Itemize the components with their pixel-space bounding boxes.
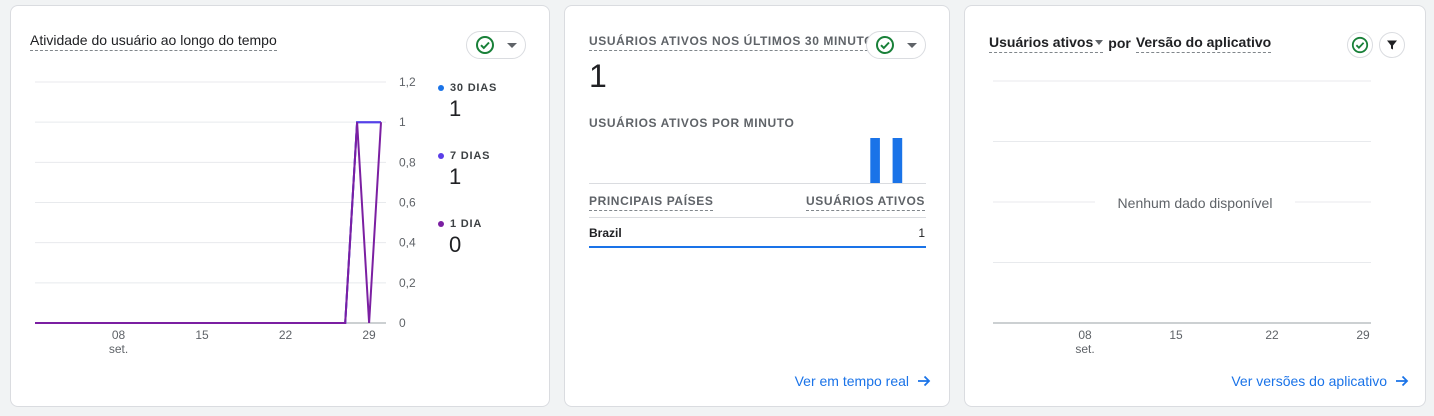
user-activity-chart: 1,2 1 0,8 0,6 0,4 0,2 0 08 15 22 29 set. [35, 75, 416, 356]
x-tick-label: 22 [1265, 328, 1279, 342]
divider [589, 217, 926, 218]
series-line-30-dias [35, 121, 381, 324]
active-users-header: USUÁRIOS ATIVOS [805, 194, 925, 211]
x-month-label: set. [1075, 342, 1094, 356]
legend-dot [438, 153, 444, 159]
x-tick-label: 22 [279, 328, 293, 342]
table-row-value: 1 [918, 226, 925, 240]
y-tick-label: 0,6 [399, 196, 416, 210]
legend-label: 1 DIA [450, 218, 483, 230]
y-tick-label: 1,2 [399, 75, 416, 89]
realtime-card: USUÁRIOS ATIVOS NOS ÚLTIMOS 30 MINUTOS 1… [564, 5, 950, 407]
link-label: Ver versões do aplicativo [1231, 373, 1387, 389]
x-month-label: set. [109, 342, 128, 356]
check-circle-icon [876, 36, 894, 54]
y-tick-label: 0 [399, 316, 406, 330]
link-label: Ver em tempo real [794, 373, 909, 389]
check-circle-icon [476, 36, 494, 54]
app-version-card: Usuários ativos por Versão do aplicativo… [964, 5, 1426, 407]
legend-value: 0 [449, 232, 462, 257]
arrow-right-icon [918, 375, 931, 387]
y-tick-label: 1 [399, 115, 406, 129]
realtime-link[interactable]: Ver em tempo real [795, 373, 931, 389]
realtime-title: USUÁRIOS ATIVOS NOS ÚLTIMOS 30 MINUTOS [589, 34, 883, 51]
x-tick-label: 15 [195, 328, 209, 342]
series-line-1-dia [35, 122, 382, 324]
table-row-country: Brazil [589, 226, 622, 240]
compare-status-dropdown[interactable] [866, 31, 926, 59]
divider [589, 183, 926, 184]
legend-30-days: 30 DIAS 1 [438, 82, 497, 122]
legend-label: 30 DIAS [450, 82, 498, 94]
per-minute-label: USUÁRIOS ATIVOS POR MINUTO [589, 116, 795, 130]
caret-down-icon [907, 42, 917, 48]
user-activity-card: Atividade do usuário ao longo do tempo 1… [10, 5, 550, 407]
x-tick-label: 29 [1356, 328, 1370, 342]
legend-1-day: 1 DIA 0 [438, 218, 482, 258]
legend-value: 1 [449, 96, 462, 121]
caret-down-icon [507, 42, 517, 48]
compare-status-dropdown[interactable] [466, 31, 526, 59]
y-tick-label: 0,4 [399, 236, 416, 250]
row-underline [589, 246, 926, 248]
y-tick-label: 0,8 [399, 155, 416, 169]
y-tick-label: 0,2 [399, 276, 416, 290]
arrow-right-icon [1396, 375, 1409, 387]
legend-7-days: 7 DIAS 1 [438, 150, 490, 190]
x-tick-label: 08 [1078, 328, 1092, 342]
per-minute-bar-chart [870, 138, 903, 184]
empty-state-text: Nenhum dado disponível [1095, 195, 1295, 211]
legend-label: 7 DIAS [450, 150, 491, 162]
active-users-count: 1 [589, 58, 607, 94]
x-tick-label: 29 [362, 328, 376, 342]
legend-dot [438, 85, 444, 91]
countries-header: PRINCIPAIS PAÍSES [589, 194, 714, 211]
legend-dot [438, 221, 444, 227]
minute-bar [870, 138, 880, 184]
app-version-chart: 08 15 22 29 set. [993, 80, 1371, 356]
minute-bar [892, 138, 903, 184]
series-line-7-dias [35, 121, 381, 324]
legend-value: 1 [449, 164, 462, 189]
x-tick-label: 08 [112, 328, 126, 342]
app-versions-link[interactable]: Ver versões do aplicativo [1231, 373, 1409, 389]
x-tick-label: 15 [1169, 328, 1183, 342]
